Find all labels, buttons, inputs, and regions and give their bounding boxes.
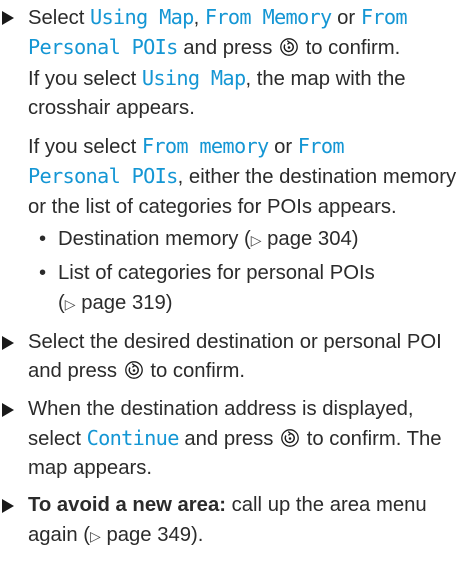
page-reference-icon: ▷ [90, 528, 101, 545]
text: If you select [28, 136, 142, 159]
text: and press [178, 427, 280, 450]
page-ref-link[interactable]: page 304 [267, 228, 352, 250]
text: crosshair appears. [28, 96, 195, 119]
text: ). [191, 523, 204, 546]
text: and press [177, 37, 278, 60]
bullet-dot-icon: • [39, 262, 47, 285]
sep: , [193, 7, 205, 29]
option-using-map: Using Map [90, 5, 194, 29]
option-from-personal-pois-a: From [360, 5, 408, 29]
text: to confirm. [144, 360, 246, 383]
option-from-memory: From Memory [204, 5, 332, 29]
instruction-step-4: To avoid a new area: call up the area me… [0, 491, 462, 552]
step-arrow-icon [2, 335, 14, 350]
text: to confirm. [299, 37, 401, 60]
step-1-pre: Select [28, 7, 91, 29]
step-arrow-icon [2, 11, 14, 25]
option-personal-pois: Personal POIs [28, 164, 178, 189]
page-reference-icon: ▷ [250, 233, 262, 250]
instructions: Select Using Map, From Memory or From Per… [0, 0, 462, 560]
option-continue: Continue [86, 425, 180, 450]
instruction-step-2: Select the desired destination or person… [0, 328, 462, 387]
controller-knob-icon [124, 361, 143, 380]
page-ref-link[interactable]: page 319 [81, 292, 166, 314]
instruction-step-1: Select Using Map, From Memory or From Per… [0, 3, 462, 320]
step-1-paragraph-2: If you select From memory or From Persona… [28, 132, 462, 222]
text: ) [165, 291, 173, 314]
bullet-dot-icon: • [39, 228, 47, 251]
option-using-map: Using Map [141, 65, 246, 90]
bullet-categories-personal-pois: • List of categories for personal POIs (▷… [28, 259, 462, 320]
step-arrow-icon [2, 402, 14, 417]
bullet-text: List of categories for personal POIs [58, 262, 375, 285]
controller-knob-icon [281, 429, 299, 447]
text: , the map with the [245, 67, 406, 90]
step-1-text: Select Using Map, From Memory or From Per… [28, 3, 462, 123]
step-arrow-icon [2, 499, 14, 514]
bold-heading: To avoid a new area: [28, 494, 226, 517]
instruction-step-3: When the destination address is displaye… [0, 395, 462, 484]
bullet-text: Destination memory ( [58, 228, 251, 251]
sep: or [331, 7, 361, 29]
text: ) [351, 228, 359, 251]
option-from-a: From [297, 134, 345, 159]
text: If you select [28, 67, 142, 90]
text: or [268, 136, 298, 159]
page-ref-link[interactable]: page 349 [106, 524, 191, 546]
controller-knob-icon [280, 38, 298, 57]
option-from-memory: From memory [141, 134, 269, 159]
bullet-destination-memory: • Destination memory (▷ page 304) [28, 225, 462, 256]
option-from-personal-pois-b: Personal POIs [28, 35, 178, 60]
page-reference-icon: ▷ [64, 296, 76, 313]
